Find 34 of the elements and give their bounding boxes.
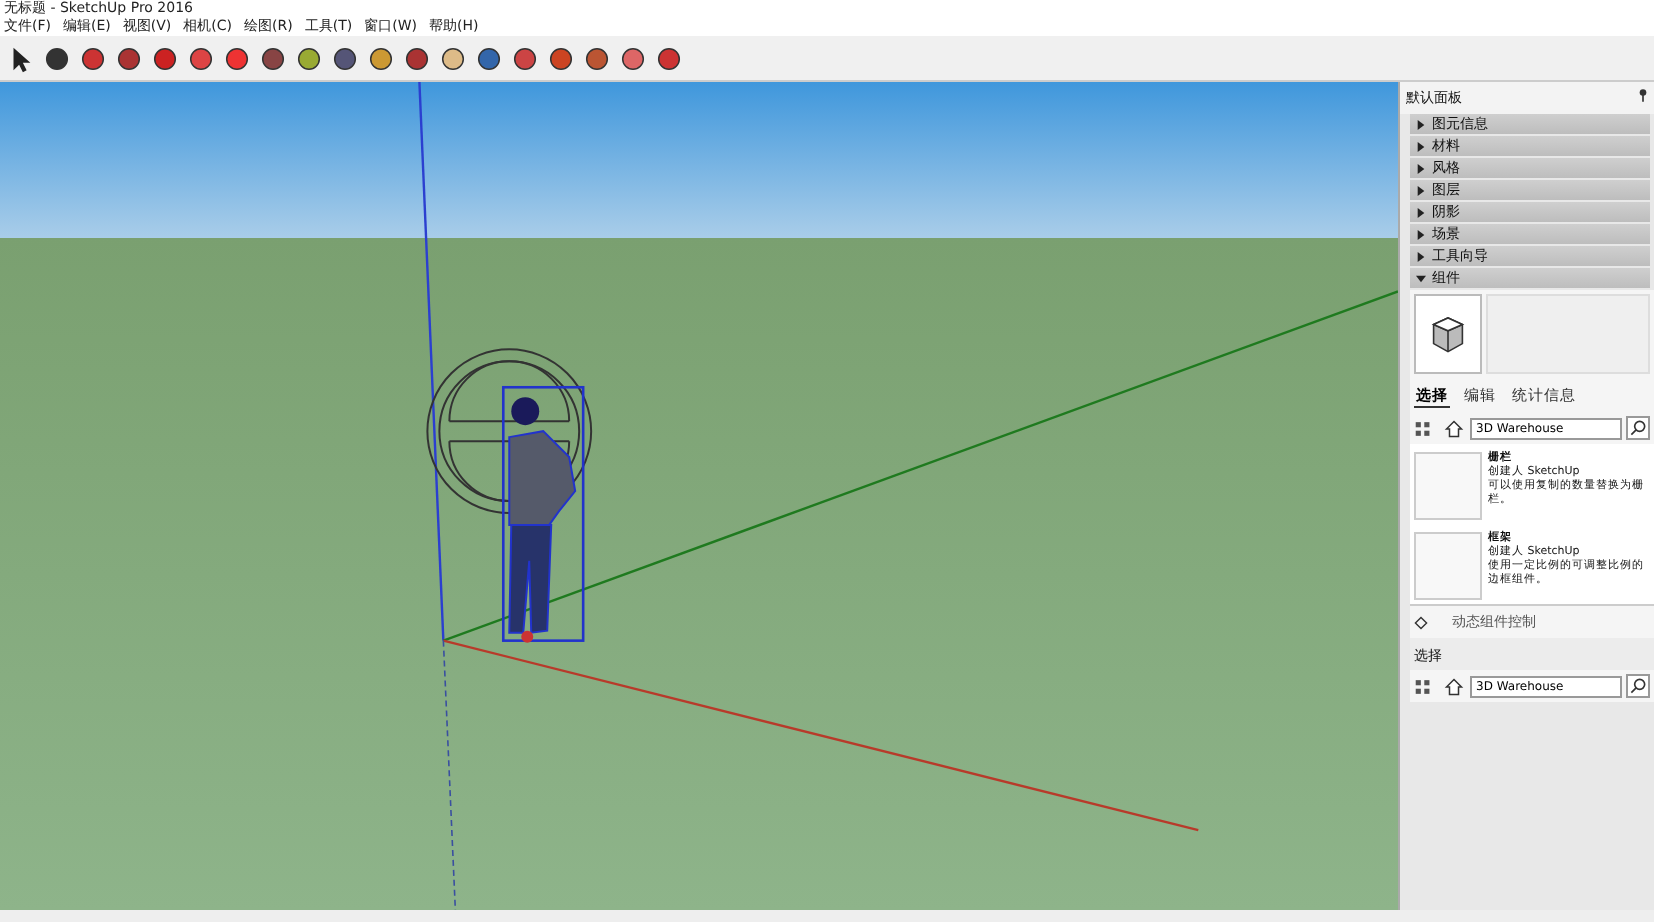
tool-icon[interactable] <box>618 43 648 73</box>
search-icon[interactable] <box>1626 674 1650 698</box>
tool-icon[interactable] <box>654 43 684 73</box>
tool-icon[interactable] <box>114 43 144 73</box>
triangle-down-icon <box>1416 273 1426 283</box>
triangle-right-icon <box>1416 163 1426 173</box>
component-thumbnail[interactable] <box>1414 532 1482 600</box>
home-icon[interactable] <box>1442 677 1466 695</box>
tool-icon[interactable] <box>474 43 504 73</box>
tool-icon[interactable] <box>330 43 360 73</box>
tool-icon[interactable] <box>402 43 432 73</box>
triangle-right-icon <box>1416 141 1426 151</box>
home-icon[interactable] <box>1442 419 1466 437</box>
tool-icon[interactable] <box>366 43 396 73</box>
tool-icon[interactable] <box>222 43 252 73</box>
tool-icon[interactable] <box>150 43 180 73</box>
tool-icon[interactable] <box>42 43 72 73</box>
tool-icon[interactable] <box>78 43 108 73</box>
tool-icon[interactable] <box>546 43 576 73</box>
tool-icon[interactable] <box>510 43 540 73</box>
triangle-right-icon <box>1416 119 1426 129</box>
search-icon[interactable] <box>1626 416 1650 440</box>
triangle-right-icon <box>1416 229 1426 239</box>
tool-icon[interactable] <box>294 43 324 73</box>
pin-icon[interactable] <box>1638 88 1648 102</box>
tool-icon[interactable] <box>438 43 468 73</box>
triangle-right-icon <box>1416 207 1426 217</box>
tool-icon[interactable] <box>186 43 216 73</box>
triangle-right-icon <box>1416 185 1426 195</box>
tool-icon[interactable] <box>258 43 288 73</box>
diamond-icon[interactable] <box>1414 615 1428 629</box>
tool-icon[interactable] <box>582 43 612 73</box>
triangle-right-icon <box>1416 251 1426 261</box>
component-thumbnail[interactable] <box>1414 452 1482 520</box>
